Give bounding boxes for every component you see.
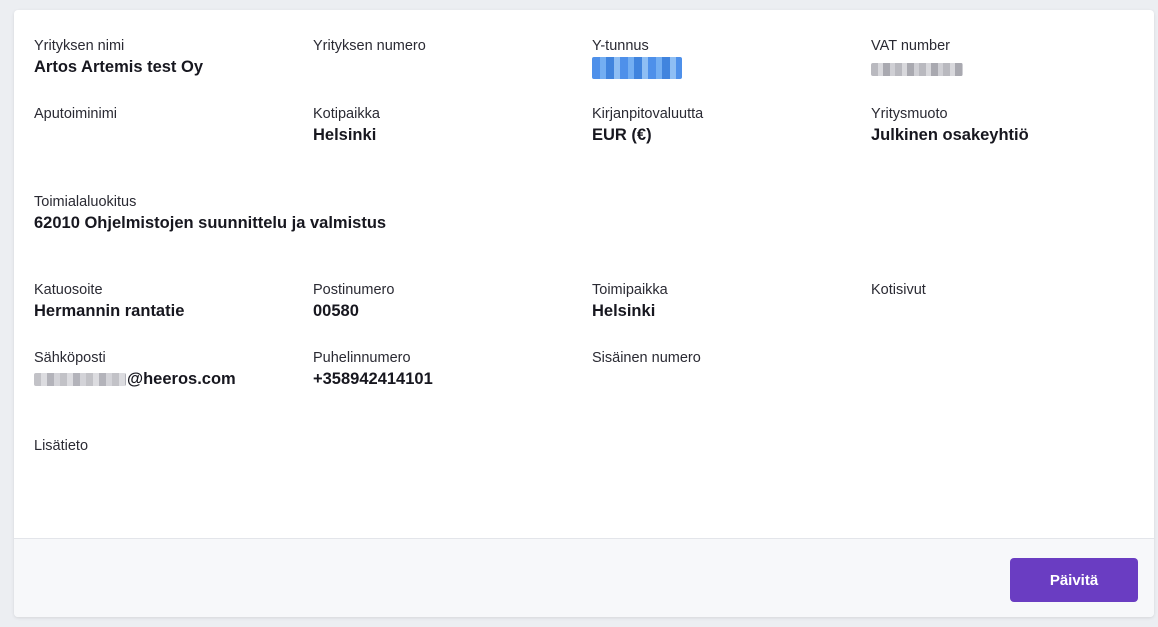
email-value: @heeros.com bbox=[34, 368, 294, 390]
field-business-id: Y-tunnus bbox=[592, 37, 852, 79]
business-id-value bbox=[592, 56, 852, 79]
company-info-content: Yrityksen nimi Artos Artemis test Oy Yri… bbox=[14, 10, 1154, 538]
vat-number-redacted bbox=[871, 63, 963, 77]
company-number-label: Yrityksen numero bbox=[313, 38, 426, 54]
extra-info-value bbox=[34, 456, 294, 478]
website-value bbox=[871, 300, 1131, 322]
company-form-label: Yritysmuoto bbox=[871, 106, 948, 122]
street-value: Hermannin rantatie bbox=[34, 302, 185, 320]
field-postal-code: Postinumero 00580 bbox=[313, 281, 573, 322]
business-id-redacted bbox=[592, 56, 682, 79]
field-email: Sähköposti @heeros.com bbox=[34, 349, 294, 390]
company-name-label: Yrityksen nimi bbox=[34, 38, 125, 54]
postal-code-value: 00580 bbox=[313, 302, 359, 320]
field-website: Kotisivut bbox=[871, 281, 1131, 322]
field-city: Toimipaikka Helsinki bbox=[592, 281, 852, 322]
city-label: Toimipaikka bbox=[592, 282, 668, 298]
domicile-label: Kotipaikka bbox=[313, 106, 380, 122]
field-vat-number: VAT number bbox=[871, 37, 1131, 78]
company-number-value bbox=[313, 56, 573, 78]
postal-code-label: Postinumero bbox=[313, 282, 395, 298]
internal-number-value bbox=[592, 368, 852, 390]
field-company-number: Yrityksen numero bbox=[313, 37, 573, 78]
field-internal-number: Sisäinen numero bbox=[592, 349, 852, 390]
company-info-card: Yrityksen nimi Artos Artemis test Oy Yri… bbox=[14, 10, 1154, 617]
industry-label: Toimialaluokitus bbox=[34, 194, 137, 210]
company-form-value: Julkinen osakeyhtiö bbox=[871, 126, 1029, 144]
email-redacted bbox=[34, 373, 126, 387]
business-id-label: Y-tunnus bbox=[592, 38, 649, 54]
extra-info-label: Lisätieto bbox=[34, 438, 89, 454]
card-footer: Päivitä bbox=[14, 538, 1154, 617]
field-company-name: Yrityksen nimi Artos Artemis test Oy bbox=[34, 37, 294, 78]
internal-number-label: Sisäinen numero bbox=[592, 350, 701, 366]
field-company-form: Yritysmuoto Julkinen osakeyhtiö bbox=[871, 105, 1131, 146]
street-label: Katuosoite bbox=[34, 282, 103, 298]
vat-number-label: VAT number bbox=[871, 38, 950, 54]
update-button[interactable]: Päivitä bbox=[1010, 558, 1138, 602]
email-domain: @heeros.com bbox=[127, 370, 236, 388]
email-label: Sähköposti bbox=[34, 350, 106, 366]
company-name-value: Artos Artemis test Oy bbox=[34, 58, 204, 76]
currency-label: Kirjanpitovaluutta bbox=[592, 106, 704, 122]
domicile-value: Helsinki bbox=[313, 126, 377, 144]
field-currency: Kirjanpitovaluutta EUR (€) bbox=[592, 105, 852, 146]
phone-value: +358942414101 bbox=[313, 370, 433, 388]
aux-name-label: Aputoiminimi bbox=[34, 106, 117, 122]
currency-value: EUR (€) bbox=[592, 126, 652, 144]
field-aux-name: Aputoiminimi bbox=[34, 105, 294, 146]
industry-value: 62010 Ohjelmistojen suunnittelu ja valmi… bbox=[34, 214, 387, 232]
field-extra-info: Lisätieto bbox=[34, 437, 294, 478]
field-domicile: Kotipaikka Helsinki bbox=[313, 105, 573, 146]
vat-number-value bbox=[871, 56, 1131, 78]
field-street: Katuosoite Hermannin rantatie bbox=[34, 281, 294, 322]
aux-name-value bbox=[34, 124, 294, 146]
field-industry: Toimialaluokitus 62010 Ohjelmistojen suu… bbox=[34, 193, 634, 234]
website-label: Kotisivut bbox=[871, 282, 926, 298]
field-phone: Puhelinnumero +358942414101 bbox=[313, 349, 573, 390]
phone-label: Puhelinnumero bbox=[313, 350, 411, 366]
city-value: Helsinki bbox=[592, 302, 656, 320]
